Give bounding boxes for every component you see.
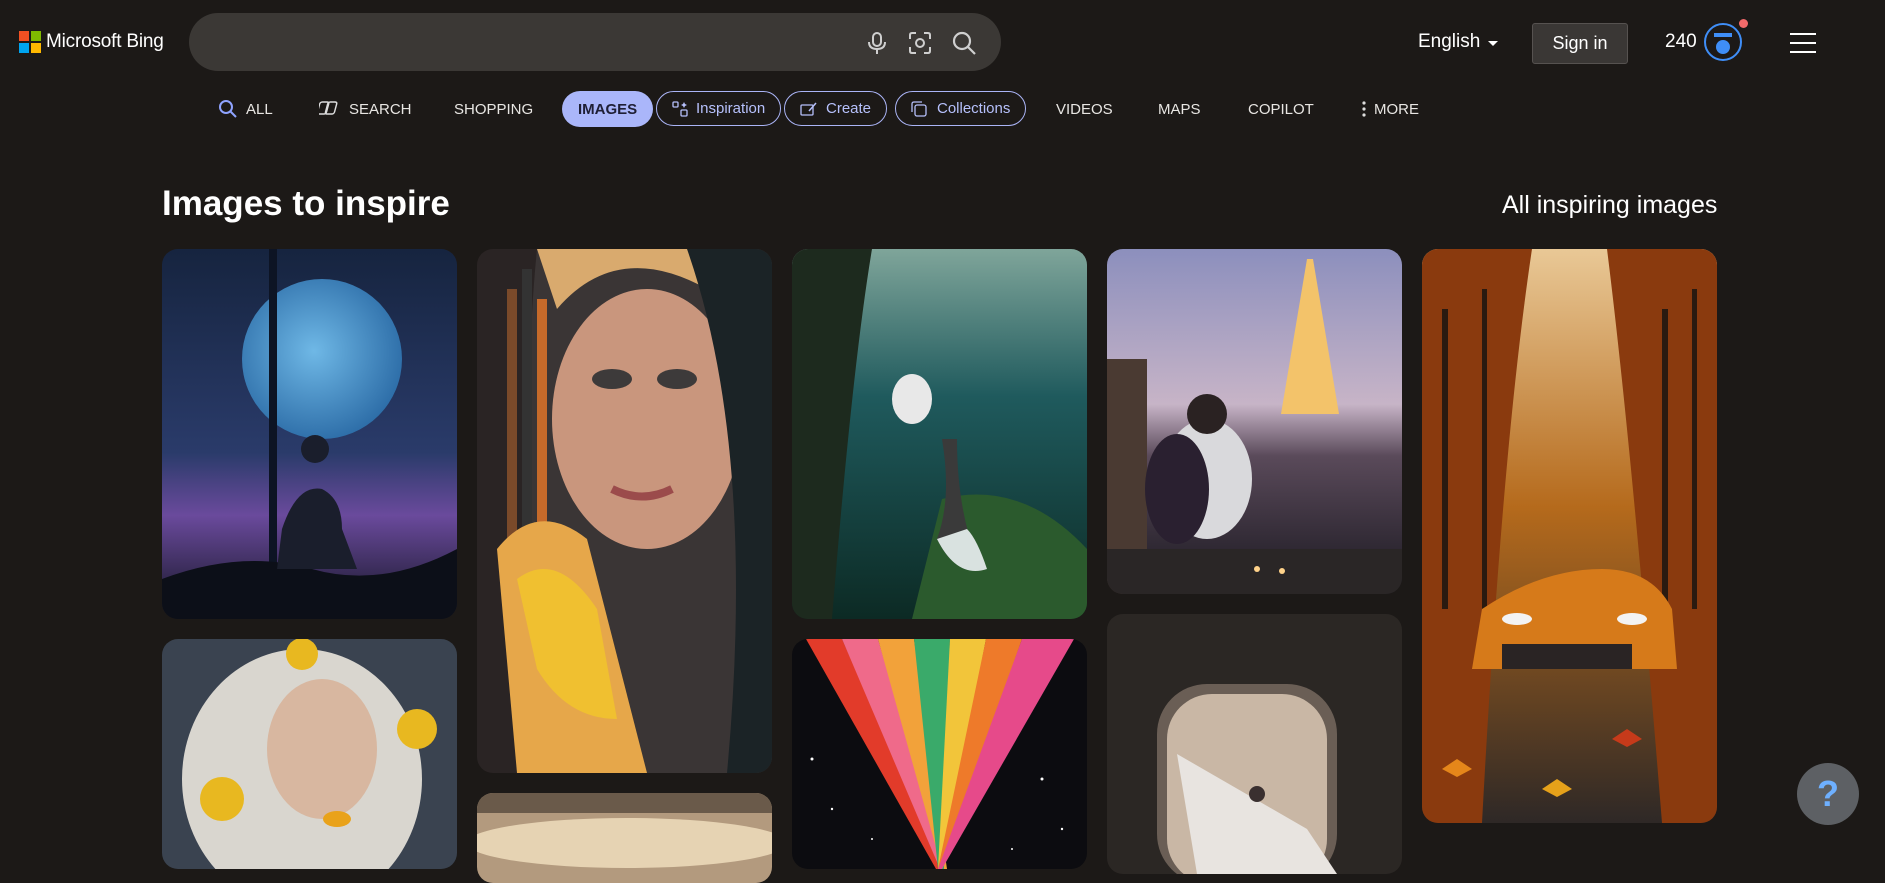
more-dots-icon (1362, 101, 1366, 117)
language-selector[interactable]: English (1418, 31, 1499, 53)
image-tile-sunset-clouds[interactable] (477, 793, 772, 883)
tab-images[interactable]: IMAGES (562, 91, 654, 127)
blonde-flowers-image (162, 639, 457, 869)
microsoft-logo-icon (19, 31, 41, 53)
tab-label: MAPS (1158, 100, 1201, 118)
airplane-window-image (1107, 614, 1402, 874)
tab-all[interactable]: ALL (218, 90, 273, 128)
sign-in-button[interactable]: Sign in (1532, 23, 1628, 64)
tab-label: Inspiration (696, 100, 766, 117)
image-tile-rainbow-stars[interactable] (792, 639, 1087, 869)
search-input[interactable] (213, 13, 837, 73)
tab-more[interactable]: MORE (1362, 90, 1419, 128)
rewards-points: 240 (1665, 31, 1697, 52)
all-inspiring-images-link[interactable]: All inspiring images (1502, 191, 1717, 220)
image-tile-moon-window[interactable] (162, 249, 457, 619)
image-tile-eiffel-couple[interactable] (1107, 249, 1402, 594)
tab-maps[interactable]: MAPS (1158, 90, 1201, 128)
collections-icon (911, 100, 927, 117)
tab-label: SHOPPING (454, 100, 534, 118)
image-tile-autumn-car[interactable] (1422, 249, 1717, 823)
tab-shopping[interactable]: SHOPPING (454, 90, 533, 128)
language-label: English (1418, 31, 1481, 52)
copilot-search-icon (319, 101, 338, 115)
eiffel-couple-image (1107, 249, 1402, 594)
bing-logo[interactable]: Microsoft Bing (19, 30, 164, 54)
tab-label: MORE (1374, 100, 1419, 118)
tab-inspiration[interactable]: Inspiration (656, 91, 782, 126)
painter-portrait-image (477, 249, 772, 773)
underwater-mermaid-image (792, 249, 1087, 619)
notification-dot (1739, 19, 1748, 28)
rewards-medal-icon[interactable] (1703, 22, 1743, 62)
sunset-clouds-image (477, 793, 772, 883)
sparkle-icon (672, 100, 688, 117)
tab-label: COPILOT (1248, 100, 1314, 118)
rainbow-stars-image (792, 639, 1087, 869)
menu-icon[interactable] (1790, 33, 1816, 53)
tab-search[interactable]: SEARCH (319, 90, 412, 128)
image-tile-airplane-window[interactable] (1107, 614, 1402, 874)
logo-text: Microsoft Bing (46, 31, 164, 52)
image-tile-underwater-mermaid[interactable] (792, 249, 1087, 619)
tab-videos[interactable]: VIDEOS (1056, 90, 1113, 128)
autumn-car-image (1422, 249, 1717, 823)
caret-down-icon (1488, 40, 1499, 46)
section-title: Images to inspire (162, 184, 450, 223)
tab-label: IMAGES (578, 100, 638, 118)
image-tile-painter-portrait[interactable] (477, 249, 772, 773)
tab-collections[interactable]: Collections (895, 91, 1027, 126)
search-icon[interactable] (951, 30, 977, 56)
microphone-icon[interactable] (864, 30, 890, 56)
moon-window-image (162, 249, 457, 619)
tab-create[interactable]: Create (784, 91, 888, 126)
tab-label: SEARCH (349, 100, 412, 118)
tab-label: Collections (937, 100, 1011, 117)
tab-copilot[interactable]: COPILOT (1248, 90, 1314, 128)
search-bar[interactable] (189, 13, 1001, 73)
tab-label: ALL (246, 100, 273, 118)
tab-label: Create (826, 100, 872, 117)
tab-label: VIDEOS (1056, 100, 1113, 118)
help-button[interactable]: ? (1797, 763, 1859, 825)
vertical-nav: ALL SEARCH SHOPPING IMAGES Inspiration C… (0, 90, 1885, 128)
image-tile-blonde-flowers[interactable] (162, 639, 457, 869)
create-icon (800, 102, 817, 116)
visual-search-icon[interactable] (907, 30, 933, 56)
search-icon (219, 100, 237, 118)
